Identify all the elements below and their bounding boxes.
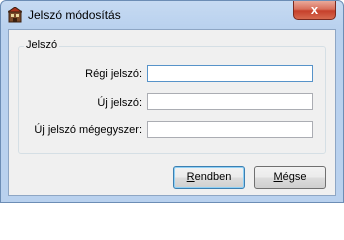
cancel-button-label: égse [282,171,307,183]
old-password-field[interactable] [147,65,313,82]
ok-button-label: endben [194,171,232,183]
dialog-client-area: Jelszó Régi jelszó: Új jelszó: Új jelszó… [8,29,336,196]
close-icon: x [310,2,319,17]
window-title: Jelszó módosítás [28,8,121,22]
ok-button-mnemonic: R [186,171,195,183]
groupbox-legend: Jelszó [24,39,60,51]
old-password-label: Régi jelszó: [85,68,142,80]
confirm-password-label: Új jelszó mégegyszer: [34,124,142,136]
new-password-field[interactable] [147,93,313,110]
title-bar[interactable]: Jelszó módosítás x [1,1,343,29]
confirm-password-field[interactable] [147,121,313,138]
cancel-button[interactable]: Mégse [254,166,326,189]
close-button[interactable]: x [293,1,336,20]
dialog-window: Jelszó módosítás x Jelszó Régi jelszó: Ú… [0,0,344,203]
new-password-label: Új jelszó: [97,97,142,109]
ok-button[interactable]: Rendben [173,166,245,189]
house-icon [6,6,24,23]
cancel-button-mnemonic: M [273,171,283,183]
